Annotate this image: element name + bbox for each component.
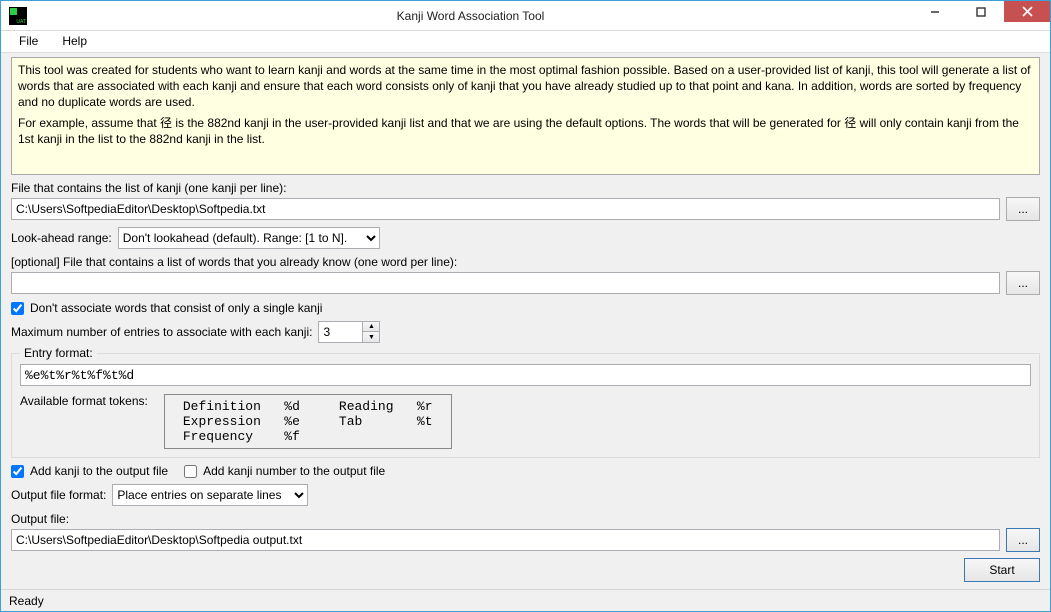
tok-freq: Frequency [183,429,253,444]
output-file-input[interactable] [11,529,1000,551]
output-file-browse-button[interactable]: ... [1006,528,1040,552]
add-kanji-output-label: Add kanji to the output file [30,464,168,478]
description-box: This tool was created for students who w… [11,57,1040,175]
kanji-file-browse-button[interactable]: ... [1006,197,1040,221]
description-p1: This tool was created for students who w… [18,62,1033,111]
tok-freq-s: %f [284,429,300,444]
kanji-file-label: File that contains the list of kanji (on… [11,181,1040,195]
minimize-icon [930,7,940,17]
close-icon [1022,6,1033,17]
titlebar: Kanji Word Association Tool [1,1,1050,31]
tok-def-s: %d [284,399,300,414]
single-kanji-checkbox-label: Don't associate words that consist of on… [30,301,322,315]
add-kanji-number-checkbox[interactable] [184,465,197,478]
lookahead-label: Look-ahead range: [11,231,112,245]
lookahead-select[interactable]: Don't lookahead (default). Range: [1 to … [118,227,380,249]
tok-expr-s: %e [284,414,300,429]
known-words-input[interactable] [11,272,1000,294]
output-file-label: Output file: [11,512,1040,526]
known-words-browse-button[interactable]: ... [1006,271,1040,295]
add-kanji-number-label: Add kanji number to the output file [203,464,385,478]
available-tokens-label: Available format tokens: [20,394,148,408]
tok-tab: Tab [339,414,362,429]
entry-format-group: Entry format: Available format tokens: D… [11,353,1040,458]
status-text: Ready [9,594,44,608]
tok-def: Definition [183,399,261,414]
menubar: File Help [1,31,1050,53]
single-kanji-checkbox[interactable] [11,302,24,315]
tok-read-s: %r [417,399,433,414]
tok-tab-s: %t [417,414,433,429]
maximize-icon [976,7,986,17]
app-icon [7,1,29,31]
statusbar: Ready [1,589,1050,611]
single-kanji-checkbox-row[interactable]: Don't associate words that consist of on… [11,301,1040,315]
description-p2: For example, assume that 径 is the 882nd … [18,115,1033,147]
entry-format-input[interactable] [20,364,1031,386]
menu-file[interactable]: File [9,31,48,52]
known-words-label: [optional] File that contains a list of … [11,255,1040,269]
minimize-button[interactable] [912,1,958,22]
max-entries-label: Maximum number of entries to associate w… [11,325,312,339]
kanji-file-input[interactable] [11,198,1000,220]
entry-format-legend: Entry format: [20,346,97,360]
menu-help[interactable]: Help [52,31,97,52]
add-kanji-output-row[interactable]: Add kanji to the output file [11,464,168,478]
tok-read: Reading [339,399,394,414]
output-format-select[interactable]: Place entries on separate lines [112,484,308,506]
window-title: Kanji Word Association Tool [29,9,912,23]
max-entries-down-button[interactable]: ▼ [363,332,379,342]
max-entries-up-button[interactable]: ▲ [363,322,379,332]
close-button[interactable] [1004,1,1050,22]
maximize-button[interactable] [958,1,1004,22]
add-kanji-number-row[interactable]: Add kanji number to the output file [184,464,385,478]
max-entries-input[interactable] [318,321,362,343]
add-kanji-output-checkbox[interactable] [11,465,24,478]
tok-expr: Expression [183,414,261,429]
tokens-table: Definition %d Reading %r Expression %e T… [164,394,452,449]
start-button[interactable]: Start [964,558,1040,582]
output-format-label: Output file format: [11,488,106,502]
